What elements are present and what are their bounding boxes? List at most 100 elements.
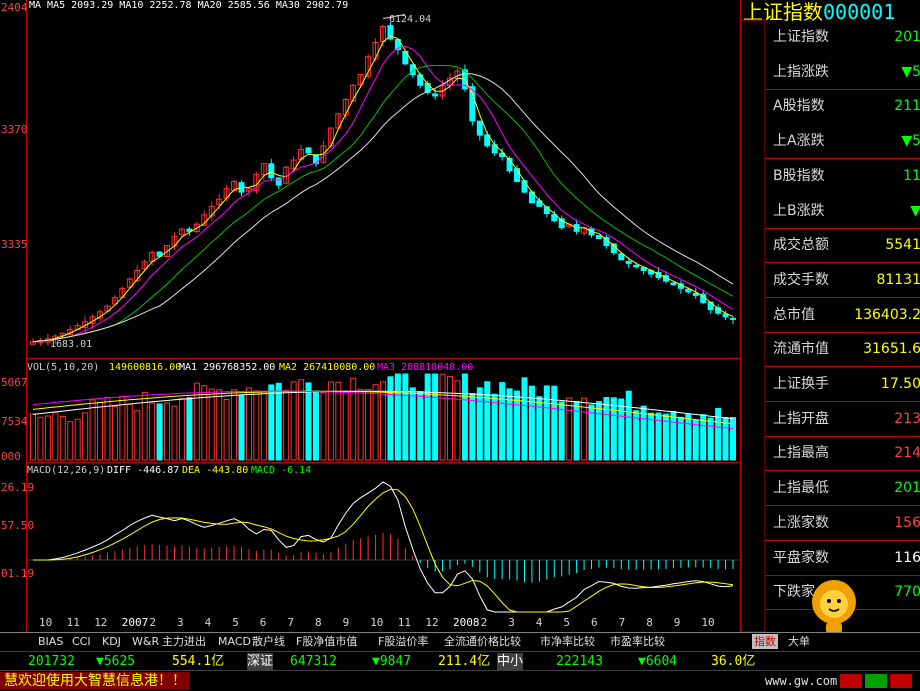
candle-body xyxy=(305,147,312,154)
volume-bar xyxy=(350,377,357,461)
info-row-label: 上指涨跌 xyxy=(773,63,829,80)
date-axis-tick: 3 xyxy=(177,616,184,629)
volume-bar xyxy=(253,390,260,461)
candle-body xyxy=(633,264,640,268)
candle-body xyxy=(692,292,699,296)
info-row: 上证换手 17.50 xyxy=(765,367,920,402)
indicator-tab[interactable]: MACD xyxy=(216,634,253,649)
date-axis-tick: 7 xyxy=(287,616,295,629)
sh-index-value: 201732 xyxy=(28,654,75,669)
indicator-tab[interactable]: W&R xyxy=(130,634,161,649)
info-row-label: 上指最低 xyxy=(773,480,829,497)
volume-bar xyxy=(208,388,215,461)
volume-bar xyxy=(335,381,342,461)
indicator-tab[interactable]: CCI xyxy=(70,634,93,649)
info-row: 流通市值 31651.6 xyxy=(765,332,920,367)
volume-bar xyxy=(558,401,565,461)
volume-bar xyxy=(625,390,632,461)
volume-bar xyxy=(149,402,156,461)
date-axis-tick: 4 xyxy=(204,616,212,629)
axis-label-vol-mid: 7534 xyxy=(1,415,28,428)
date-axis-tick: 7 xyxy=(618,616,626,629)
volume-bar xyxy=(528,385,535,461)
indicator-tab[interactable]: 市盈率比较 xyxy=(608,634,667,649)
scrolling-message[interactable]: 慧欢迎使用大智慧信息港！！ xyxy=(0,672,190,690)
info-row-value: 156 xyxy=(894,514,920,531)
left-price-axis: 2404 3370 3335 5067 7534 000 26.19 57.50… xyxy=(0,0,34,632)
date-axis-tick: 4 xyxy=(535,616,543,629)
info-row-value: 213 xyxy=(894,410,920,427)
volume-bar xyxy=(134,410,141,461)
low-annotation: 1683.01 xyxy=(50,339,93,350)
date-axis-tick: 2007 xyxy=(121,616,149,629)
volume-bar xyxy=(111,405,118,461)
indicator-tab[interactable]: 市净率比较 xyxy=(538,634,597,649)
indicator-tab[interactable]: F股溢价率 xyxy=(376,634,430,649)
volume-bar xyxy=(387,376,394,461)
market-status-bar: 201732 ▼5625 554.1亿 深证 647312 ▼9847 211.… xyxy=(0,651,920,671)
sz-label[interactable]: 深证 xyxy=(247,653,274,670)
info-row: A股指数 211 xyxy=(765,89,920,124)
info-row-label: 上指最高 xyxy=(773,445,829,462)
volume-bar xyxy=(715,408,722,461)
macd-legend-macd: MACD -6.14 xyxy=(251,465,312,476)
vol-legend-ma2: MA2 267410080.00 xyxy=(279,362,376,373)
volume-bar xyxy=(402,373,409,461)
volume-bar xyxy=(454,380,461,461)
indicator-tab[interactable]: 全流通价格比较 xyxy=(442,634,523,649)
info-row-label: 成交总额 xyxy=(773,237,829,254)
volume-bar xyxy=(491,393,498,461)
info-row-label: A股指数 xyxy=(773,98,825,115)
kline-chart-area[interactable]: MA MA5 2093.29 MA10 2252.78 MA20 2585.56… xyxy=(27,0,739,632)
volume-bar xyxy=(89,399,96,461)
volume-bar xyxy=(700,414,707,461)
axis-label-vol-low: 000 xyxy=(1,450,21,463)
volume-bar xyxy=(610,397,617,461)
kline-chart-svg[interactable] xyxy=(27,0,739,632)
info-row: 上A涨跌 ▼5 xyxy=(765,124,920,159)
indicator-tab[interactable]: 主力进出 xyxy=(160,634,208,649)
volume-bar xyxy=(447,376,454,461)
date-axis-tick: 2 xyxy=(480,616,488,629)
date-axis-tick: 6 xyxy=(591,616,598,629)
info-row-value: 5541 xyxy=(885,237,920,254)
volume-bar xyxy=(417,391,424,461)
volume-bar xyxy=(238,395,245,461)
vol-legend-prefix: VOL(5,10,20) xyxy=(27,362,100,373)
panel-left-bar xyxy=(741,19,765,632)
vol-legend-ma3: MA3 288818048.00 xyxy=(377,362,474,373)
candle-body xyxy=(730,317,736,320)
date-axis: 10 11 12 2007 2 3 4 5 6 7 8 9 10 11 12 2008 2 3 4 5 6 7 8 9 10 xyxy=(27,614,739,632)
volume-bar xyxy=(74,418,81,461)
date-axis-tick: 3 xyxy=(508,616,515,629)
volume-bar xyxy=(677,416,684,461)
zx-index-value: 222143 xyxy=(556,654,603,669)
ma5-line xyxy=(32,35,734,343)
info-row-value: 201 xyxy=(894,480,920,497)
indicator-tab-bar: BIAS CCI KDJ W&R 主力进出 MACD 散户线 F股净值市值 F股溢价率 全流通价格… xyxy=(0,632,920,651)
indicator-tab[interactable]: KDJ xyxy=(100,634,123,649)
volume-bar xyxy=(573,401,580,461)
info-row-label: B股指数 xyxy=(773,167,825,184)
info-row: 上指最低 201 xyxy=(765,471,920,506)
indicator-tab[interactable]: 散户线 xyxy=(250,634,287,649)
info-row-value: 31651.6 xyxy=(863,341,920,358)
candle-body xyxy=(312,154,319,165)
ma30-line xyxy=(32,72,734,343)
volume-bar xyxy=(685,413,692,461)
zx-label[interactable]: 中小 xyxy=(497,653,524,670)
info-row-label: 上指开盘 xyxy=(773,410,829,427)
volume-bar xyxy=(707,417,714,461)
info-row-value: 136403.2 xyxy=(854,306,920,323)
info-row: 上B涨跌 ▼ xyxy=(765,194,920,229)
volume-bar xyxy=(290,381,297,461)
panel-tab[interactable]: 大单 xyxy=(786,634,812,649)
indicator-tab[interactable]: BIAS xyxy=(36,634,65,649)
indicator-tab[interactable]: F股净值市值 xyxy=(294,634,359,649)
volume-bar xyxy=(543,385,550,461)
date-axis-tick: 11 xyxy=(397,616,412,629)
info-row: 平盘家数 116 xyxy=(765,541,920,576)
panel-tab[interactable]: 指数 xyxy=(752,634,778,649)
volume-bar xyxy=(52,412,59,461)
candle-body xyxy=(670,282,677,286)
